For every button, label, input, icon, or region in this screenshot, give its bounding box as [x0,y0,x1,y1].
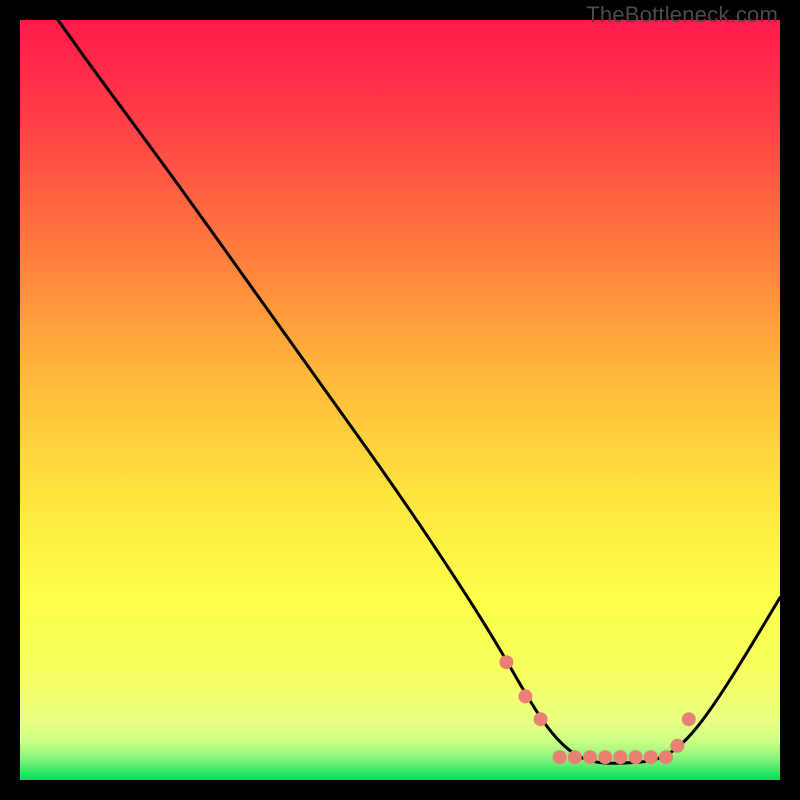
gradient-background [20,20,780,780]
marker-dot [613,750,627,764]
watermark-text: TheBottleneck.com [586,2,778,28]
plot-area [20,20,780,780]
marker-dot [568,750,582,764]
marker-dot [553,750,567,764]
marker-dot [534,712,548,726]
chart-svg [20,20,780,780]
marker-dot [670,739,684,753]
marker-dot [659,750,673,764]
chart-frame [20,20,780,780]
marker-dot [598,750,612,764]
marker-dot [518,689,532,703]
marker-dot [629,750,643,764]
marker-dot [583,750,597,764]
marker-dot [682,712,696,726]
marker-dot [499,655,513,669]
marker-dot [644,750,658,764]
